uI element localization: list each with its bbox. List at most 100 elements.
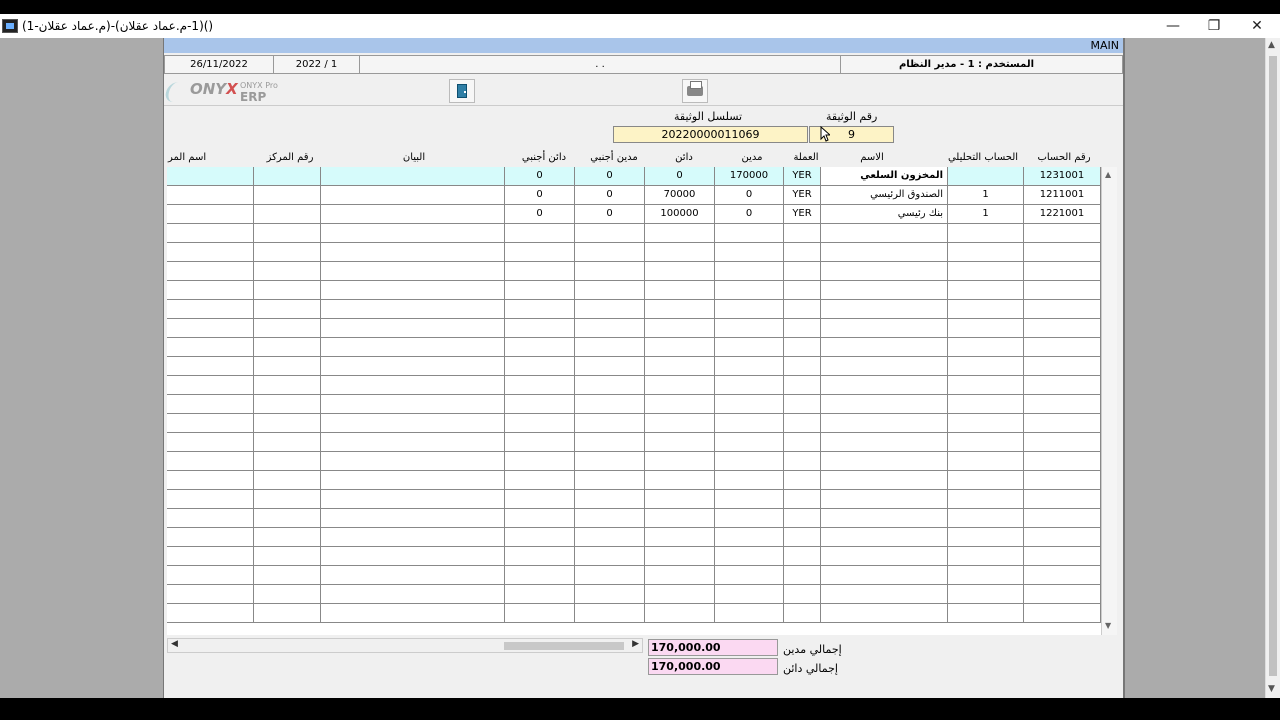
cell-center-no[interactable] [254,585,321,604]
cell-account-no[interactable] [1024,509,1101,528]
cell-debit[interactable] [715,281,784,300]
cell-statement[interactable] [321,471,505,490]
cell-analytical[interactable] [948,509,1024,528]
cell-credit[interactable] [645,281,715,300]
cell-foreign-credit[interactable] [505,547,575,566]
cell-foreign-debit[interactable] [575,262,645,281]
cell-center-no[interactable] [254,205,321,224]
cell-statement[interactable] [321,433,505,452]
cell-analytical[interactable] [948,414,1024,433]
table-row[interactable] [167,281,1101,300]
cell-debit[interactable] [715,547,784,566]
cell-credit[interactable] [645,262,715,281]
cell-debit[interactable]: 170000 [715,167,784,186]
cell-center-name[interactable] [167,300,254,319]
cell-foreign-debit[interactable] [575,414,645,433]
grid-vertical-scrollbar[interactable]: ▲ ▼ [1101,167,1117,635]
cell-center-no[interactable] [254,338,321,357]
cell-credit[interactable] [645,566,715,585]
print-button[interactable] [682,79,708,103]
cell-name[interactable] [821,585,948,604]
cell-currency[interactable] [784,300,821,319]
cell-name[interactable] [821,452,948,471]
table-row[interactable] [167,338,1101,357]
cell-center-no[interactable] [254,604,321,623]
cell-name[interactable] [821,566,948,585]
cell-name[interactable] [821,243,948,262]
cell-center-name[interactable] [167,205,254,224]
table-row[interactable] [167,395,1101,414]
cell-foreign-debit[interactable] [575,224,645,243]
cell-foreign-credit[interactable] [505,433,575,452]
cell-currency[interactable] [784,224,821,243]
cell-center-no[interactable] [254,186,321,205]
cell-analytical[interactable]: 1 [948,205,1024,224]
cell-analytical[interactable] [948,471,1024,490]
cell-foreign-credit[interactable] [505,224,575,243]
cell-statement[interactable] [321,452,505,471]
scroll-down-icon[interactable]: ▼ [1268,684,1275,694]
table-row[interactable] [167,433,1101,452]
cell-center-no[interactable] [254,471,321,490]
cell-analytical[interactable] [948,262,1024,281]
cell-account-no[interactable] [1024,528,1101,547]
table-row[interactable] [167,376,1101,395]
cell-center-name[interactable] [167,376,254,395]
cell-debit[interactable] [715,528,784,547]
cell-credit[interactable] [645,319,715,338]
cell-statement[interactable] [321,604,505,623]
restore-button[interactable]: ❐ [1201,17,1227,35]
cell-name[interactable] [821,414,948,433]
cell-analytical[interactable] [948,300,1024,319]
cell-credit[interactable] [645,528,715,547]
cell-account-no[interactable] [1024,490,1101,509]
cell-debit[interactable] [715,224,784,243]
table-row[interactable] [167,490,1101,509]
cell-center-no[interactable] [254,528,321,547]
cell-center-name[interactable] [167,509,254,528]
cell-name[interactable] [821,224,948,243]
cell-center-no[interactable] [254,357,321,376]
cell-credit[interactable] [645,224,715,243]
cell-foreign-debit[interactable] [575,585,645,604]
cell-currency[interactable] [784,243,821,262]
cell-debit[interactable] [715,452,784,471]
cell-analytical[interactable] [948,452,1024,471]
cell-currency[interactable] [784,452,821,471]
cell-foreign-debit[interactable] [575,357,645,376]
cell-account-no[interactable] [1024,395,1101,414]
cell-currency[interactable]: YER [784,167,821,186]
cell-center-name[interactable] [167,319,254,338]
grid-scroll-up-icon[interactable]: ▲ [1105,170,1111,179]
cell-currency[interactable] [784,433,821,452]
cell-statement[interactable] [321,262,505,281]
table-row[interactable] [167,471,1101,490]
cell-foreign-credit[interactable] [505,585,575,604]
scroll-right-icon[interactable]: ▶ [632,639,639,649]
cell-debit[interactable] [715,566,784,585]
cell-statement[interactable] [321,414,505,433]
cell-analytical[interactable] [948,395,1024,414]
cell-foreign-debit[interactable] [575,376,645,395]
cell-account-no[interactable] [1024,243,1101,262]
cell-currency[interactable] [784,604,821,623]
cell-analytical[interactable] [948,357,1024,376]
table-row[interactable] [167,262,1101,281]
cell-analytical[interactable] [948,376,1024,395]
cell-analytical[interactable] [948,243,1024,262]
cell-center-name[interactable] [167,433,254,452]
cell-debit[interactable] [715,338,784,357]
cell-analytical[interactable] [948,585,1024,604]
cell-account-no[interactable] [1024,414,1101,433]
cell-credit[interactable] [645,357,715,376]
cell-foreign-credit[interactable] [505,300,575,319]
cell-account-no[interactable] [1024,319,1101,338]
cell-account-no[interactable]: 1231001 [1024,167,1101,186]
cell-debit[interactable] [715,471,784,490]
cell-currency[interactable] [784,490,821,509]
table-row[interactable] [167,547,1101,566]
table-row[interactable] [167,604,1101,623]
cell-account-no[interactable]: 1221001 [1024,205,1101,224]
cell-debit[interactable] [715,509,784,528]
cell-statement[interactable] [321,509,505,528]
